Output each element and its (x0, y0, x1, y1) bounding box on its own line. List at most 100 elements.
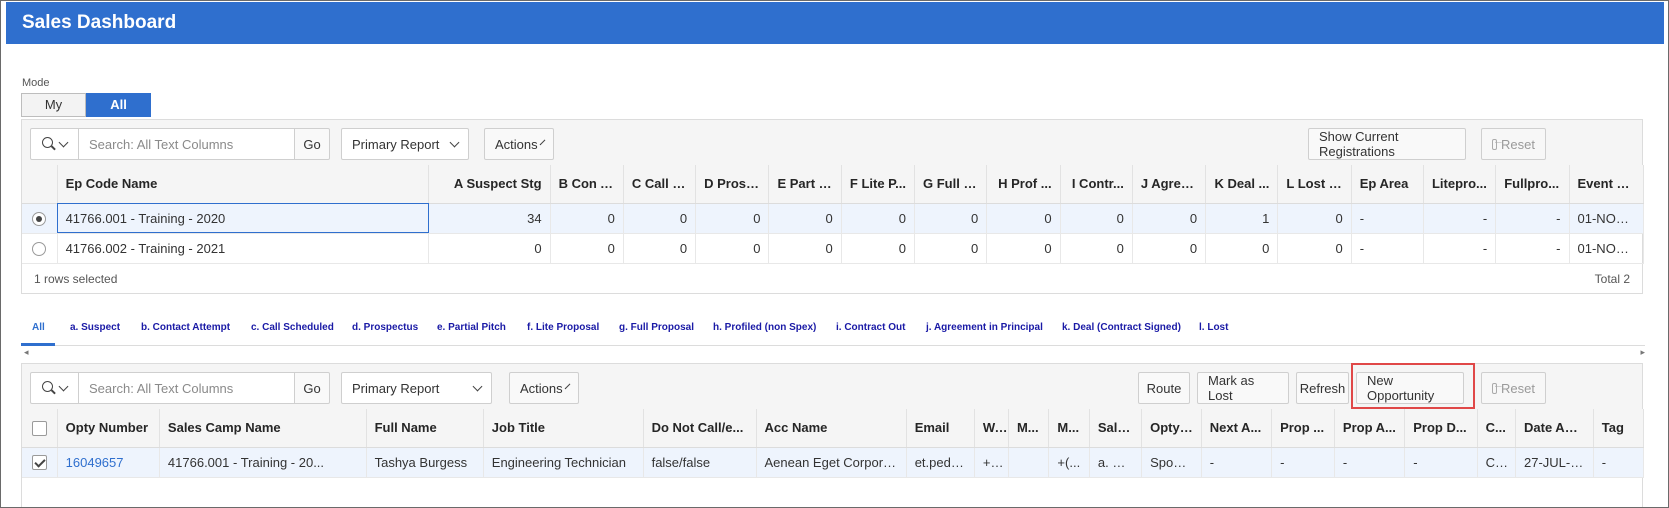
column-header[interactable]: Opty Number (57, 409, 160, 448)
search-column-button[interactable] (30, 128, 79, 160)
actions-label: Actions (495, 136, 538, 152)
tab-partial-pitch[interactable]: e. Partial Pitch (437, 322, 506, 333)
tab-full-proposal[interactable]: g. Full Proposal (619, 322, 694, 333)
column-header[interactable]: Opty ... (1141, 409, 1202, 448)
tab-suspect[interactable]: a. Suspect (70, 322, 120, 333)
table-cell: 0 (623, 233, 697, 264)
reset-button[interactable]: Reset (1481, 128, 1546, 160)
column-header[interactable]: B Con A... (550, 165, 624, 204)
column-header[interactable]: Fullpro... (1495, 165, 1570, 204)
column-header[interactable]: Email (906, 409, 975, 448)
go-button[interactable]: Go (295, 128, 330, 160)
column-header[interactable]: Sale... (1089, 409, 1143, 448)
tab-lite-proposal[interactable]: f. Lite Proposal (527, 322, 599, 333)
column-header[interactable]: Next A... (1201, 409, 1273, 448)
column-header[interactable]: K Deal ... (1205, 165, 1279, 204)
table-cell: Tashya Burgess (366, 447, 484, 478)
show-registrations-button[interactable]: Show Current Registrations (1308, 128, 1466, 160)
scroll-right-icon[interactable]: ▸ (1640, 347, 1645, 358)
mode-option-all[interactable]: All (86, 93, 151, 117)
search-column-button[interactable] (30, 372, 79, 404)
column-header[interactable]: J Agree... (1132, 165, 1207, 204)
tab-contact-attempt[interactable]: b. Contact Attempt (141, 322, 230, 333)
column-header[interactable]: Ep Code Name (57, 165, 430, 204)
tab-prospectus[interactable]: d. Prospectus (352, 322, 418, 333)
table-cell[interactable]: 41766.001 - Training - 2020 (57, 203, 430, 234)
column-header[interactable]: Sales Camp Name (159, 409, 367, 448)
report-select[interactable]: Primary Report (341, 128, 469, 160)
table-cell (1008, 447, 1050, 478)
column-header[interactable]: D Prosp... (695, 165, 770, 204)
select-all-checkbox[interactable] (31, 420, 47, 436)
tab-agreement-in-principal[interactable]: j. Agreement in Principal (926, 322, 1043, 333)
reset-label: Reset (1501, 380, 1535, 396)
tab-contract-out[interactable]: i. Contract Out (836, 322, 905, 333)
table-row[interactable]: 41766.002 - Training - 2021 0 0 0 0 0 0 … (22, 233, 1645, 264)
column-header[interactable]: Date Added (1515, 409, 1594, 448)
column-header[interactable]: Litepro... (1423, 165, 1497, 204)
table-row[interactable]: 16049657 41766.001 - Training - 20... Ta… (22, 447, 1645, 478)
table-cell: 0 (1277, 233, 1352, 264)
column-header[interactable]: Tag (1593, 409, 1645, 448)
column-header[interactable]: G Full P... (914, 165, 988, 204)
column-header[interactable]: I Contr... (1060, 165, 1133, 204)
report-select[interactable]: Primary Report (341, 372, 492, 404)
refresh-button[interactable]: Refresh (1296, 372, 1349, 404)
column-header[interactable]: Prop ... (1271, 409, 1335, 448)
column-header[interactable]: M... (1048, 409, 1090, 448)
table-header-row: Ep Code Name A Suspect Stg B Con A... C … (22, 165, 1645, 204)
actions-button[interactable]: Actions (509, 372, 579, 404)
column-header[interactable]: Acc Name (756, 409, 907, 448)
search-input[interactable] (79, 372, 295, 404)
row-radio-button[interactable] (32, 211, 47, 226)
tab-profiled[interactable]: h. Profiled (non Spex) (713, 322, 816, 333)
column-header[interactable]: Full Name (366, 409, 484, 448)
column-header[interactable]: F Lite P... (841, 165, 916, 204)
column-header[interactable]: Event D... (1569, 165, 1645, 204)
row-select-cell[interactable] (22, 233, 58, 264)
column-header[interactable]: C... (1477, 409, 1517, 448)
table-cell: 0 (695, 203, 770, 234)
row-radio-button[interactable] (32, 241, 47, 256)
tabs-scrollbar[interactable]: ◂ ▸ (21, 347, 1645, 361)
mode-option-my[interactable]: My (21, 93, 86, 117)
opportunity-table: Opty Number Sales Camp Name Full Name Jo… (22, 409, 1645, 478)
tab-all[interactable]: All (32, 322, 45, 333)
chevron-down-icon (58, 137, 69, 147)
column-header[interactable]: Do Not Call/e... (643, 409, 757, 448)
column-header[interactable]: Prop D... (1404, 409, 1478, 448)
reset-button[interactable]: Reset (1481, 372, 1546, 404)
table-row[interactable]: 41766.001 - Training - 2020 34 0 0 0 0 0… (22, 203, 1645, 234)
table-cell: 0 (695, 233, 770, 264)
route-button[interactable]: Route (1138, 372, 1190, 404)
tab-lost[interactable]: l. Lost (1199, 322, 1228, 333)
search-input[interactable] (79, 128, 295, 160)
table-cell: 0 (428, 233, 551, 264)
scroll-left-icon[interactable]: ◂ (24, 347, 29, 358)
rows-selected-text: 1 rows selected (34, 272, 118, 286)
select-all-cell[interactable] (22, 409, 58, 448)
column-header[interactable]: Job Title (483, 409, 644, 448)
opty-number-link[interactable]: 16049657 (57, 447, 160, 478)
table-cell: 0 (1205, 233, 1279, 264)
go-button[interactable]: Go (295, 372, 330, 404)
column-header[interactable]: Prop A... (1334, 409, 1406, 448)
tab-call-scheduled[interactable]: c. Call Scheduled (251, 322, 334, 333)
column-header[interactable]: M... (1008, 409, 1050, 448)
row-select-cell[interactable] (22, 203, 58, 234)
tab-deal[interactable]: k. Deal (Contract Signed) (1062, 322, 1181, 333)
column-header[interactable]: Ep Area (1351, 165, 1424, 204)
column-header[interactable]: A Suspect Stg (428, 165, 551, 204)
row-checkbox[interactable] (31, 455, 47, 471)
column-header[interactable]: H Prof ... (986, 165, 1061, 204)
row-select-cell[interactable] (22, 447, 58, 478)
mode-label: Mode (22, 77, 50, 89)
column-header[interactable]: W... (974, 409, 1009, 448)
column-header[interactable]: E Part P... (768, 165, 842, 204)
column-header[interactable]: C Call S... (623, 165, 697, 204)
actions-button[interactable]: Actions (484, 128, 554, 160)
mark-as-lost-button[interactable]: Mark as Lost (1197, 372, 1289, 404)
table-cell: - (1404, 447, 1478, 478)
column-header[interactable]: L Lost Stg (1277, 165, 1352, 204)
table-cell[interactable]: 41766.002 - Training - 2021 (57, 233, 430, 264)
